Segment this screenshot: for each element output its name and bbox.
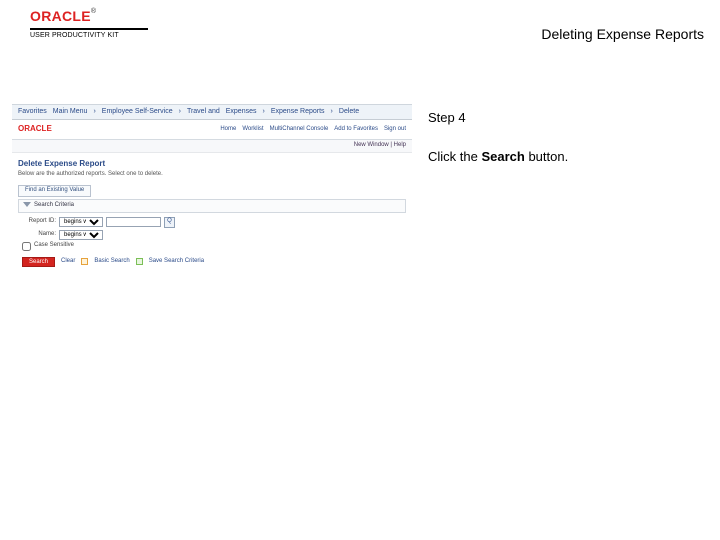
- oracle-logo: ORACLE® USER PRODUCTIVITY KIT: [30, 8, 148, 39]
- breadcrumb-item[interactable]: Delete: [339, 107, 359, 116]
- instruction-text: Click the Search button.: [428, 149, 700, 164]
- signout-link[interactable]: Sign out: [384, 126, 406, 134]
- search-form: Report ID: begins with Q Name: begins wi…: [18, 213, 406, 255]
- brand-text: ORACLE: [30, 8, 91, 24]
- top-links: Home Worklist MultiChannel Console Add t…: [220, 126, 406, 134]
- app-top-bar: ORACLE Home Worklist MultiChannel Consol…: [12, 120, 412, 140]
- name-operator[interactable]: begins with: [59, 230, 103, 240]
- clear-link[interactable]: Clear: [61, 258, 75, 266]
- basic-search-icon: [81, 258, 88, 265]
- trademark-symbol: ®: [91, 8, 96, 15]
- chevron-down-icon[interactable]: [23, 202, 31, 207]
- subbrand-text: USER PRODUCTIVITY KIT: [30, 32, 148, 39]
- main-content: Favorites Main Menu › Employee Self-Serv…: [0, 104, 720, 278]
- instruction-bold: Search: [481, 149, 524, 164]
- basic-search-link[interactable]: Basic Search: [94, 258, 129, 266]
- breadcrumb-item[interactable]: Travel and: [187, 107, 220, 116]
- panel-label: Search Criteria: [34, 202, 74, 208]
- breadcrumb-item[interactable]: Expenses: [226, 107, 257, 116]
- breadcrumb-bar: Favorites Main Menu › Employee Self-Serv…: [12, 104, 412, 120]
- breadcrumb-item[interactable]: Employee Self-Service: [102, 107, 173, 116]
- tab-find-existing[interactable]: Find an Existing Value: [18, 185, 91, 197]
- home-link[interactable]: Home: [220, 126, 236, 134]
- app-body: Delete Expense Report Below are the auth…: [12, 153, 412, 277]
- multichannel-link[interactable]: MultiChannel Console: [270, 126, 329, 134]
- breadcrumb-item[interactable]: Main Menu: [53, 107, 88, 116]
- step-label: Step 4: [428, 110, 700, 125]
- favorites-link[interactable]: Add to Favorites: [334, 126, 378, 134]
- search-criteria-panel: Search Criteria: [18, 199, 406, 213]
- app-logo: ORACLE: [18, 124, 52, 134]
- logo-divider: [30, 28, 148, 30]
- report-id-operator[interactable]: begins with: [59, 217, 103, 227]
- screenshot-column: Favorites Main Menu › Employee Self-Serv…: [0, 104, 420, 278]
- instruction-column: Step 4 Click the Search button.: [420, 104, 700, 278]
- worklist-link[interactable]: Worklist: [242, 126, 263, 134]
- instruction-after: button.: [525, 149, 568, 164]
- instruction-before: Click the: [428, 149, 481, 164]
- action-row: Search Clear Basic Search Save Search Cr…: [18, 255, 406, 271]
- breadcrumb-item[interactable]: Favorites: [18, 107, 47, 116]
- report-id-label: Report ID:: [22, 218, 56, 226]
- page-header: ORACLE® USER PRODUCTIVITY KIT Deleting E…: [0, 0, 720, 56]
- section-heading: Delete Expense Report: [18, 159, 406, 169]
- search-button[interactable]: Search: [22, 257, 55, 267]
- save-search-icon: [136, 258, 143, 265]
- case-sensitive-label: Case Sensitive: [34, 242, 74, 250]
- lookup-icon[interactable]: Q: [164, 217, 175, 228]
- page-title: Deleting Expense Reports: [541, 26, 704, 42]
- save-search-link[interactable]: Save Search Criteria: [149, 258, 204, 266]
- app-screenshot: Favorites Main Menu › Employee Self-Serv…: [12, 104, 412, 278]
- breadcrumb-item[interactable]: Expense Reports: [271, 107, 325, 116]
- case-sensitive-checkbox[interactable]: [22, 242, 31, 251]
- name-label: Name:: [22, 231, 56, 239]
- report-id-input[interactable]: [106, 217, 161, 227]
- window-help-bar[interactable]: New Window | Help: [12, 140, 412, 153]
- section-description: Below are the authorized reports. Select…: [18, 171, 406, 179]
